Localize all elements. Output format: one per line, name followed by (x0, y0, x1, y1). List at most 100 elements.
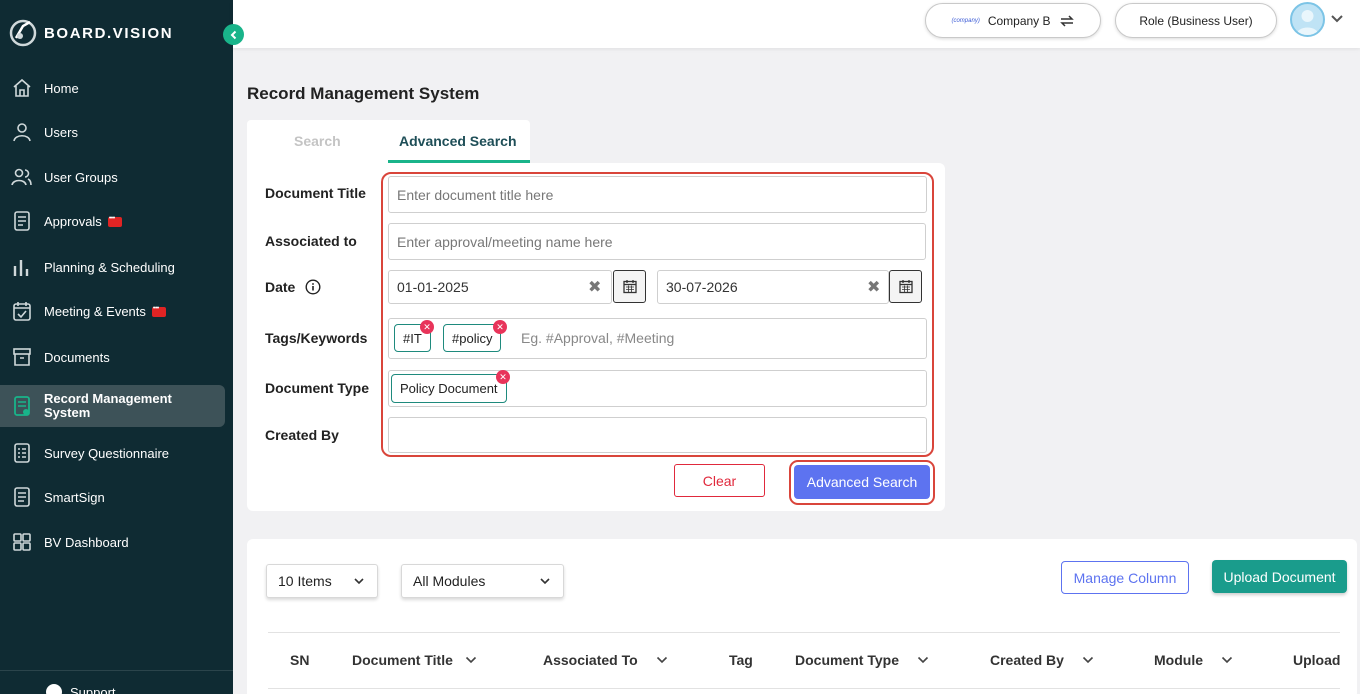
chevron-down-icon (1221, 656, 1233, 664)
sidebar-item-meeting-and-events[interactable]: Meeting & Events (0, 290, 225, 332)
calendar-icon (622, 280, 637, 294)
manage-column-label: Manage Column (1073, 569, 1177, 586)
sign-icon (10, 485, 34, 509)
sidebar-item-label: BV Dashboard (44, 534, 129, 550)
grid-icon (10, 530, 34, 554)
column-header-document-type[interactable]: Document Type (795, 652, 929, 668)
sidebar-collapse-button[interactable] (223, 24, 244, 45)
advanced-search-button-label: Advanced Search (806, 474, 918, 490)
date-to-input[interactable]: 30-07-2026 (657, 270, 889, 304)
date-from-calendar-button[interactable] (613, 270, 646, 303)
chevron-down-icon[interactable] (1330, 14, 1344, 24)
sidebar-item-label: Users (44, 124, 78, 140)
advanced-search-button[interactable]: Advanced Search (794, 465, 930, 499)
sidebar-item-label: Meeting & Events (44, 303, 146, 319)
sidebar-item-approvals[interactable]: Approvals (0, 200, 225, 242)
record-icon (10, 394, 34, 418)
document-type-chip-label: Policy Document (400, 381, 498, 396)
items-per-page-value: 10 Items (278, 573, 332, 589)
document-type-label: Document Type (265, 380, 369, 396)
column-header-document-title[interactable]: Document Title (352, 652, 477, 668)
date-to-calendar-button[interactable] (889, 270, 922, 303)
date-to-value: 30-07-2026 (666, 279, 738, 295)
column-header-label: Document Type (795, 652, 899, 668)
created-by-input[interactable] (388, 417, 927, 453)
role-label: Role (Business User) (1139, 13, 1253, 28)
remove-document-type-icon[interactable]: ✕ (496, 370, 510, 384)
tab-search[interactable]: Search (294, 133, 341, 149)
info-icon[interactable] (305, 279, 321, 295)
column-header-created-by[interactable]: Created By (990, 652, 1094, 668)
date-label-group: Date (265, 279, 321, 295)
company-name: Company B (987, 13, 1051, 28)
module-filter-select[interactable]: All Modules (401, 564, 564, 598)
company-switcher[interactable]: (company) Company B (925, 3, 1101, 38)
highlight-frame (381, 172, 934, 457)
tab-advanced-search[interactable]: Advanced Search (399, 133, 517, 149)
sidebar-item-survey-questionnaire[interactable]: Survey Questionnaire (0, 432, 225, 474)
sidebar-divider (0, 670, 233, 671)
module-filter-value: All Modules (413, 573, 486, 589)
items-per-page-select[interactable]: 10 Items (266, 564, 378, 598)
upload-document-button[interactable]: Upload Document (1212, 560, 1347, 593)
column-header-tag[interactable]: Tag (729, 652, 753, 668)
clear-date-from-icon[interactable]: ✖ (588, 277, 601, 297)
users-icon (10, 165, 34, 189)
sidebar-item-record-management-system[interactable]: Record Management System (0, 385, 225, 427)
page-title: Record Management System (247, 84, 480, 103)
role-switcher[interactable]: Role (Business User) (1115, 3, 1277, 38)
sidebar-item-user-groups[interactable]: User Groups (0, 156, 225, 198)
remove-tag-icon[interactable]: ✕ (420, 320, 434, 334)
notification-badge-icon (107, 215, 122, 227)
column-header-module[interactable]: Module (1154, 652, 1233, 668)
date-from-input[interactable]: 01-01-2025 (388, 270, 612, 304)
column-header-label: Upload (1293, 652, 1341, 668)
sidebar-item-label: Planning & Scheduling (44, 259, 175, 275)
sidebar-item-label: Approvals (44, 213, 102, 229)
document-type-chip: Policy Document (391, 374, 507, 403)
column-header-label: Module (1154, 652, 1203, 668)
table-divider (268, 688, 1340, 689)
remove-tag-icon[interactable]: ✕ (493, 320, 507, 334)
manage-column-button[interactable]: Manage Column (1061, 561, 1189, 594)
support-label: Support (70, 684, 116, 694)
tags-placeholder: Eg. #Approval, #Meeting (521, 330, 675, 346)
home-icon (10, 76, 34, 100)
date-from-value: 01-01-2025 (397, 279, 469, 295)
document-title-label: Document Title (265, 185, 366, 201)
sidebar-item-planning-and-scheduling[interactable]: Planning & Scheduling (0, 246, 225, 288)
clear-date-to-icon[interactable]: ✖ (867, 277, 880, 297)
avatar[interactable] (1290, 2, 1325, 37)
column-header-label: Document Title (352, 652, 453, 668)
associated-to-input[interactable]: Enter approval/meeting name here (388, 223, 926, 260)
brand-logo[interactable]: BOARD.VISION (8, 18, 173, 48)
associated-to-label: Associated to (265, 233, 357, 249)
notification-badge-icon (151, 305, 166, 317)
column-header-label: Created By (990, 652, 1064, 668)
sidebar-item-label: Survey Questionnaire (44, 445, 170, 461)
archive-icon (10, 345, 34, 369)
chevron-down-icon (1082, 656, 1093, 664)
sidebar-item-home[interactable]: Home (0, 67, 225, 109)
support-icon (46, 684, 62, 694)
sidebar-item-users[interactable]: Users (0, 111, 225, 153)
sidebar-item-documents[interactable]: Documents (0, 336, 225, 378)
document-title-placeholder: Enter document title here (397, 186, 554, 203)
support-link[interactable]: Support (46, 684, 116, 694)
sidebar-item-bv-dashboard[interactable]: BV Dashboard (0, 521, 225, 563)
chevron-down-icon (917, 656, 929, 664)
associated-to-placeholder: Enter approval/meeting name here (397, 233, 613, 250)
chevron-left-icon (230, 30, 236, 39)
sidebar: BOARD.VISION Home Users User Groups Approva… (0, 0, 233, 694)
chevron-down-icon (465, 656, 476, 664)
document-icon (10, 209, 34, 233)
document-title-input[interactable]: Enter document title here (388, 176, 927, 213)
sidebar-item-label: Documents (44, 349, 110, 365)
column-header-upload[interactable]: Upload (1293, 652, 1340, 668)
column-header-associated-to[interactable]: Associated To (543, 652, 668, 668)
logo-icon (9, 19, 37, 47)
clear-button[interactable]: Clear (674, 464, 765, 497)
column-header-sn[interactable]: SN (290, 652, 309, 668)
sidebar-item-smartsign[interactable]: SmartSign (0, 476, 225, 518)
switch-icon (1059, 14, 1074, 27)
